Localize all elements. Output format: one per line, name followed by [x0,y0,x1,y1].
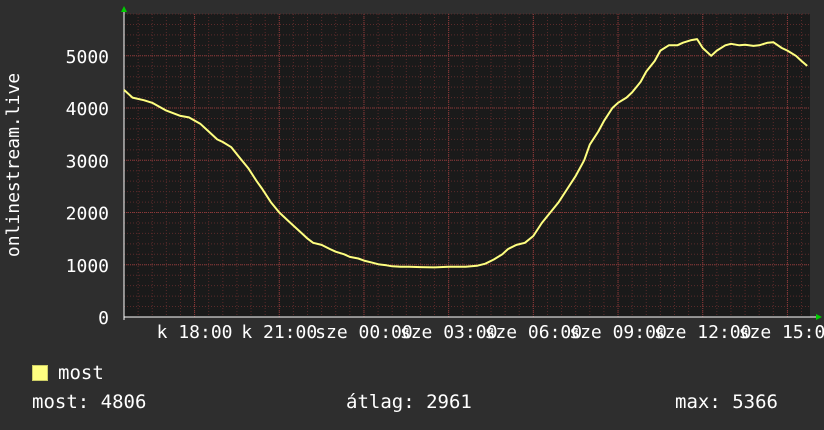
legend-label: most [58,362,104,384]
y-axis-arrow [121,6,127,12]
y-tick-label: 2000 [66,204,109,225]
x-tick-label: k 21:00 [241,322,317,343]
stat-max: max: 5366 [675,391,778,413]
y-axis-title: onlinestream.live [3,73,24,257]
y-tick-label: 0 [98,308,109,329]
x-tick-label: sze 03:00 [400,322,498,343]
x-tick-label: sze 12:00 [654,322,752,343]
x-tick-label: sze 00:00 [315,322,413,343]
plot-background [124,14,810,317]
x-tick-label: sze 09:00 [569,322,667,343]
x-tick-label: k 18:00 [157,322,233,343]
legend: most [32,362,104,384]
legend-swatch [32,365,48,381]
y-tick-label: 5000 [66,47,109,68]
stat-current: most: 4806 [32,391,147,413]
x-tick-label: sze 15:00 [739,322,824,343]
y-tick-label: 4000 [66,99,109,120]
stat-average: átlag: 2961 [346,391,472,413]
x-tick-label: sze 06:00 [485,322,583,343]
y-tick-label: 1000 [66,256,109,277]
y-tick-label: 3000 [66,151,109,172]
x-axis-arrow [816,314,822,320]
rrd-chart: 010002000300040005000k 18:00 k 21:00sze 0… [3,6,824,343]
